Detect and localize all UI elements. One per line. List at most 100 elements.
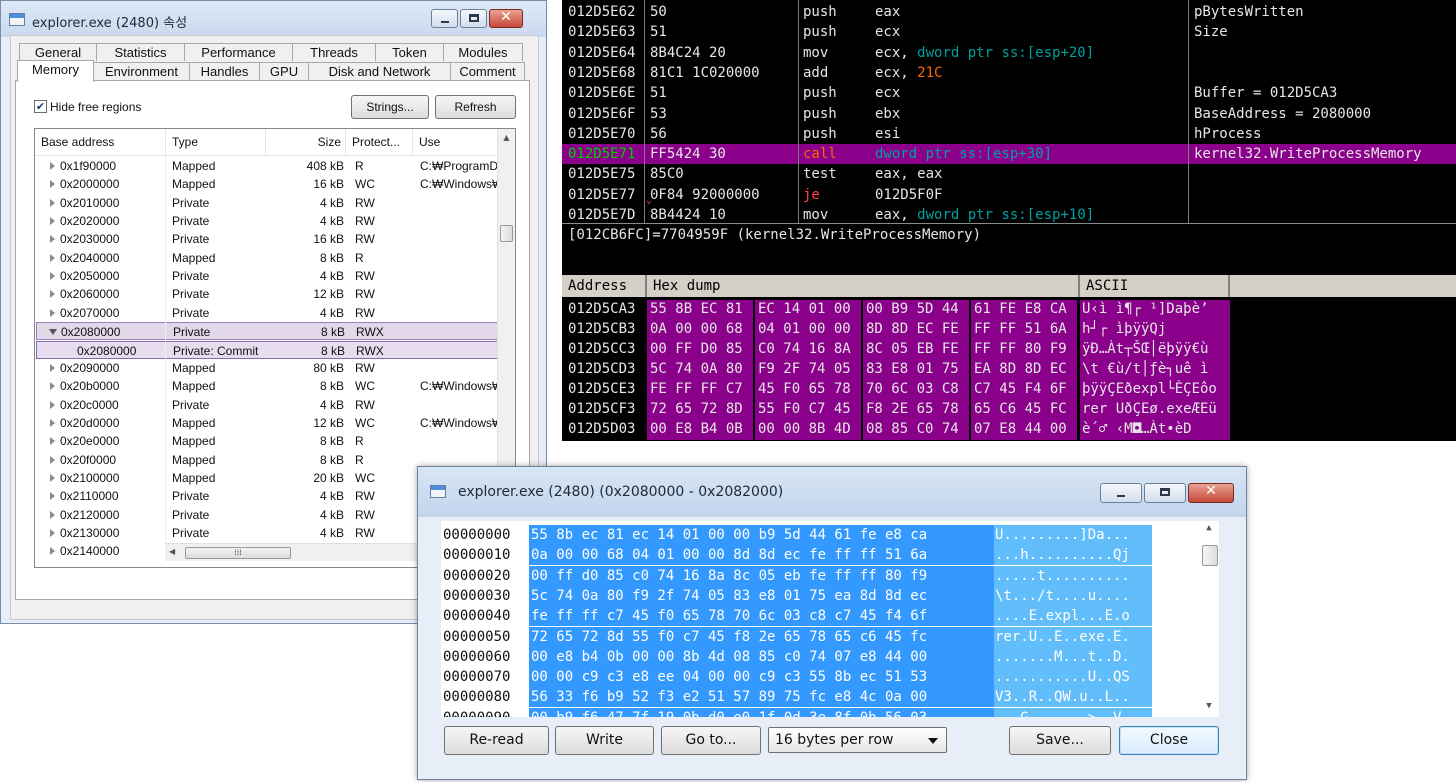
strings-button[interactable]: Strings... bbox=[351, 95, 429, 119]
tab-memory[interactable]: Memory bbox=[17, 60, 94, 82]
table-row[interactable]: 0x2080000 Private: Commit 8 kB RWX bbox=[36, 340, 499, 359]
tab-threads[interactable]: Threads bbox=[292, 43, 376, 61]
refresh-button[interactable]: Refresh bbox=[435, 95, 516, 119]
disasm-row[interactable]: 012D5E63 51 push ecx Size bbox=[562, 22, 1456, 42]
hex-row[interactable]: 00000070 00 00 c9 c3 e8 ee 04 00 00 c9 c3… bbox=[441, 667, 1181, 688]
hex-row[interactable]: 00000020 00 ff d0 85 c0 74 16 8a 8c 05 eb… bbox=[441, 565, 1181, 586]
tab-disk-and-network[interactable]: Disk and Network bbox=[308, 62, 451, 80]
tab-statistics[interactable]: Statistics bbox=[96, 43, 185, 61]
scroll-up-icon[interactable]: ▲ bbox=[1199, 523, 1219, 533]
column-use[interactable]: Use bbox=[413, 129, 499, 156]
disasm-row[interactable]: 012D5E71 FF5424 30 call dword ptr ss:[esp+3… bbox=[562, 144, 1456, 165]
disasm-row[interactable]: 012D5E70 56 push esi hProcess bbox=[562, 124, 1456, 144]
scroll-left-icon[interactable]: ◀ bbox=[169, 547, 175, 556]
expand-icon[interactable] bbox=[50, 272, 55, 281]
tab-performance[interactable]: Performance bbox=[184, 43, 293, 61]
dump-column-hex[interactable]: Hex dump bbox=[647, 275, 1080, 297]
scrollbar-thumb[interactable] bbox=[500, 225, 513, 242]
expand-icon[interactable] bbox=[50, 473, 55, 482]
hex-row[interactable]: 00000080 56 33 f6 b9 52 f3 e2 51 57 89 75… bbox=[441, 687, 1181, 708]
dump-title-bar[interactable]: explorer.exe (2480) (0x2080000 - 0x20820… bbox=[418, 467, 1246, 517]
table-row[interactable]: 0x2070000 Private 4 kB RW bbox=[36, 304, 499, 322]
expand-icon[interactable] bbox=[50, 162, 55, 170]
tab-handles[interactable]: Handles bbox=[189, 62, 260, 80]
disasm-row[interactable]: 012D5E75 85C0 test eax, eax bbox=[562, 164, 1456, 184]
table-row[interactable]: 0x2080000 Private 8 kB RWX bbox=[36, 322, 499, 341]
scroll-up-icon[interactable]: ▲ bbox=[498, 133, 515, 142]
table-row[interactable]: 0x20e0000 Mapped 8 kB R bbox=[36, 432, 499, 450]
hex-row[interactable]: 00000030 5c 74 0a 80 f9 2f 74 05 83 e8 01… bbox=[441, 585, 1181, 606]
dump-minimize-button[interactable] bbox=[1100, 483, 1142, 503]
tab-modules[interactable]: Modules bbox=[443, 43, 523, 61]
dump-row[interactable]: 012D5D03 00 E8 B4 0B 00 00 8B 4D 08 85 C0 7… bbox=[562, 420, 1456, 440]
dump-row[interactable]: 012D5CC3 00 FF D0 85 C0 74 16 8A 8C 05 EB F… bbox=[562, 340, 1456, 360]
dump-row[interactable]: 012D5CF3 72 65 72 8D 55 F0 C7 45 F8 2E 65 7… bbox=[562, 400, 1456, 420]
hex-row[interactable]: 00000050 72 65 72 8d 55 f0 c7 45 f8 2e 65… bbox=[441, 626, 1181, 647]
hide-free-regions-checkbox[interactable]: ✔ bbox=[34, 100, 47, 113]
hex-row[interactable]: 00000040 fe ff ff c7 45 f0 65 78 70 6c 03… bbox=[441, 606, 1181, 627]
hex-row[interactable]: 00000010 0a 00 00 68 04 01 00 00 8d 8d ec… bbox=[441, 545, 1181, 566]
maximize-button[interactable] bbox=[460, 9, 487, 28]
column-protection[interactable]: Protect... bbox=[346, 129, 413, 156]
hex-view-scrollbar-thumb[interactable] bbox=[1202, 545, 1218, 566]
expand-icon[interactable] bbox=[50, 418, 55, 427]
horizontal-scrollbar-thumb[interactable]: ⁞⁞⁞ bbox=[185, 547, 291, 559]
minimize-button[interactable] bbox=[431, 9, 458, 28]
save-button[interactable]: Save... bbox=[1009, 726, 1111, 755]
tab-general[interactable]: General bbox=[19, 43, 97, 61]
table-row[interactable]: 0x20d0000 Mapped 12 kB WC C:₩Windows₩ bbox=[36, 414, 502, 432]
disasm-row[interactable]: 012D5E6E 51 push ecx Buffer = 012D5CA3 bbox=[562, 83, 1456, 103]
scroll-down-icon[interactable]: ▼ bbox=[1199, 701, 1219, 711]
table-row[interactable]: 0x20b0000 Mapped 8 kB WC C:₩Windows₩ bbox=[36, 377, 502, 395]
tab-environment[interactable]: Environment bbox=[93, 62, 190, 80]
expand-icon[interactable] bbox=[50, 363, 55, 372]
table-row[interactable]: 0x2030000 Private 16 kB RW bbox=[36, 230, 499, 248]
table-row[interactable]: 0x2010000 Private 4 kB RW bbox=[36, 194, 499, 212]
column-base-address[interactable]: Base address bbox=[35, 129, 166, 156]
expand-icon[interactable] bbox=[50, 400, 55, 409]
expand-icon[interactable] bbox=[50, 198, 55, 207]
table-row[interactable]: 0x2020000 Private 4 kB RW bbox=[36, 212, 499, 230]
table-row[interactable]: 0x2040000 Mapped 8 kB R bbox=[36, 249, 499, 267]
disasm-row[interactable]: 012D5E62 50 push eax pBytesWritten bbox=[562, 2, 1456, 22]
expand-icon[interactable] bbox=[50, 492, 55, 501]
dump-column-address[interactable]: Address bbox=[562, 275, 647, 297]
expand-icon[interactable] bbox=[50, 547, 55, 556]
hex-row[interactable]: 00000060 00 e8 b4 0b 00 00 8b 4d 08 85 c0… bbox=[441, 646, 1181, 667]
expand-icon[interactable] bbox=[50, 510, 55, 519]
title-bar[interactable]: explorer.exe (2480) 속성 ✕ bbox=[1, 1, 546, 37]
hex-row[interactable]: 00000000 55 8b ec 81 ec 14 01 00 00 b9 5d… bbox=[441, 525, 1181, 545]
close-dialog-button[interactable]: Close bbox=[1119, 726, 1219, 755]
expand-icon[interactable] bbox=[50, 308, 55, 317]
table-row[interactable]: 0x2090000 Mapped 80 kB RW bbox=[36, 359, 499, 377]
tab-token[interactable]: Token bbox=[375, 43, 444, 61]
table-row[interactable]: 0x20c0000 Private 4 kB RW bbox=[36, 396, 499, 414]
dump-row[interactable]: 012D5CA3 55 8B EC 81 EC 14 01 00 00 B9 5D 4… bbox=[562, 300, 1456, 320]
hex-view-scrollbar[interactable]: ▲ ▼ bbox=[1199, 521, 1219, 717]
column-size[interactable]: Size bbox=[266, 129, 346, 156]
hex-view[interactable]: 00000000 55 8b ec 81 ec 14 01 00 00 b9 5d… bbox=[441, 521, 1219, 717]
expand-icon[interactable] bbox=[50, 253, 55, 262]
dump-maximize-button[interactable] bbox=[1144, 483, 1186, 503]
expand-icon[interactable] bbox=[50, 437, 55, 446]
expand-icon[interactable] bbox=[50, 290, 55, 299]
goto-button[interactable]: Go to... bbox=[661, 726, 761, 755]
expand-icon[interactable] bbox=[50, 455, 55, 464]
disasm-row[interactable]: 012D5E68 81C1 1C020000 add ecx, 21C bbox=[562, 63, 1456, 83]
disasm-row[interactable]: 012D5E7D 8B4424 10 mov eax, dword ptr ss:[e… bbox=[562, 205, 1456, 225]
table-row[interactable]: 0x2050000 Private 4 kB RW bbox=[36, 267, 499, 285]
dump-close-button[interactable]: ✕ bbox=[1188, 483, 1234, 503]
expand-icon[interactable] bbox=[50, 217, 55, 226]
tab-gpu[interactable]: GPU bbox=[259, 62, 309, 80]
column-type[interactable]: Type bbox=[166, 129, 266, 156]
expand-icon[interactable] bbox=[50, 235, 55, 244]
disasm-row[interactable]: 012D5E77 0F84 92000000 je 012D5F0F ⌄ bbox=[562, 185, 1456, 206]
write-button[interactable]: Write bbox=[555, 726, 654, 755]
tab-comment[interactable]: Comment bbox=[450, 62, 525, 80]
table-row[interactable]: 0x2060000 Private 12 kB RW bbox=[36, 285, 499, 303]
dump-row[interactable]: 012D5CD3 5C 74 0A 80 F9 2F 74 05 83 E8 01 7… bbox=[562, 360, 1456, 380]
close-button[interactable]: ✕ bbox=[489, 9, 523, 28]
bytes-per-row-select[interactable]: 16 bytes per row bbox=[768, 727, 947, 753]
reread-button[interactable]: Re-read bbox=[444, 726, 549, 755]
expand-icon[interactable] bbox=[50, 180, 55, 189]
